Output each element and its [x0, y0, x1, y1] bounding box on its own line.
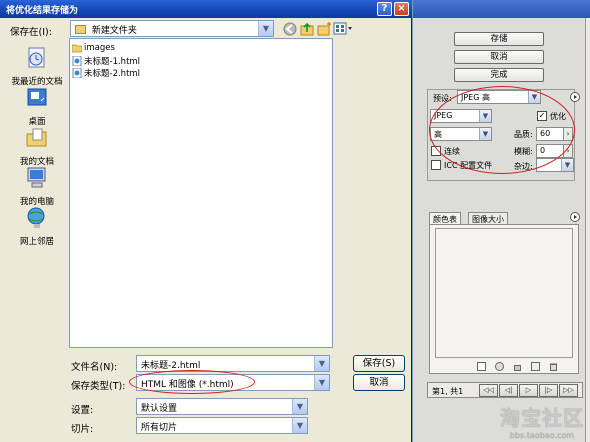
next-frame-button[interactable]: |▷: [539, 384, 558, 397]
places-bar: 我最近的文档 桌面 我的文档 我的电脑 网上邻居: [6, 38, 66, 438]
slices-label: 切片:: [71, 424, 94, 435]
save-in-combo[interactable]: 新建文件夹 ▼: [70, 20, 274, 37]
file-list[interactable]: images 未标题-1.html 未标题-2.html: [69, 38, 333, 348]
file-name: 未标题-1.html: [84, 57, 141, 67]
filetype-label: 保存类型(T):: [71, 381, 126, 392]
desktop-icon: [27, 88, 47, 106]
frame-nav: ◁◁ ◁| ▷ |▷ ▷▷: [479, 384, 578, 397]
chevron-down-icon: ▼: [292, 399, 307, 414]
color-table-toolbar: [477, 362, 558, 371]
filename-input[interactable]: 未标题-2.html ▼: [136, 355, 330, 372]
watermark-brand: 淘宝社区: [500, 406, 584, 430]
list-item[interactable]: 未标题-1.html: [72, 55, 140, 67]
settings-label: 设置:: [71, 405, 94, 416]
place-my-computer[interactable]: 我的电脑: [6, 166, 68, 207]
map-color-icon[interactable]: [477, 362, 486, 371]
icc-profile-checkbox[interactable]: [431, 160, 441, 170]
done-button[interactable]: 完成: [454, 68, 544, 82]
save-in-label: 保存在(I):: [10, 27, 52, 38]
my-documents-icon: [26, 128, 47, 147]
place-my-documents[interactable]: 我的文档: [6, 126, 68, 167]
chevron-down-icon: ▼: [314, 375, 329, 390]
watermark: 淘宝社区 bbs.taobao.com: [500, 402, 584, 440]
file-name: 未标题-2.html: [84, 69, 141, 79]
save-optimized-dialog: 将优化结果存储为 ? × 保存在(I): 新建文件夹 ▼ 我最近的文档 桌面 我…: [0, 0, 412, 442]
place-label: 网上邻居: [19, 237, 54, 247]
slices-select[interactable]: 所有切片 ▼: [136, 417, 308, 434]
web-shift-icon[interactable]: [495, 362, 504, 371]
panel-edge: [585, 18, 590, 442]
file-name: images: [84, 43, 115, 53]
help-button[interactable]: ?: [377, 2, 392, 16]
close-button[interactable]: ×: [394, 2, 409, 16]
network-places-icon: [27, 207, 45, 228]
watermark-url: bbs.taobao.com: [509, 431, 575, 440]
back-icon[interactable]: [283, 22, 297, 36]
prev-frame-button[interactable]: ◁|: [499, 384, 518, 397]
new-folder-icon[interactable]: [317, 22, 331, 36]
new-color-icon[interactable]: [531, 362, 540, 371]
recent-documents-icon: [28, 47, 45, 68]
dialog-title: 将优化结果存储为: [6, 6, 79, 16]
title-buttons: ? ×: [377, 2, 409, 16]
cancel-button[interactable]: 取消: [454, 50, 544, 64]
html-file-icon: [72, 68, 82, 78]
folder-icon: [72, 44, 82, 53]
last-frame-button[interactable]: ▷▷: [559, 384, 578, 397]
save-in-value: 新建文件夹: [91, 26, 137, 36]
filename-label: 文件名(N):: [71, 362, 118, 373]
save-button[interactable]: 存储: [454, 32, 544, 46]
folder-icon: [75, 25, 86, 34]
panel-topbar: [413, 0, 590, 18]
trash-icon[interactable]: [549, 362, 558, 371]
my-computer-icon: [27, 167, 46, 188]
frame-status: 第1, 共1: [432, 387, 464, 396]
view-menu-icon[interactable]: [333, 22, 353, 36]
slices-value: 所有切片: [141, 423, 178, 433]
list-item[interactable]: images: [72, 43, 115, 53]
dialog-titlebar: 将优化结果存储为: [0, 0, 412, 18]
chevron-down-icon: ▼: [314, 356, 329, 371]
settings-value: 默认设置: [141, 404, 178, 414]
save-button[interactable]: 保存(S): [353, 355, 405, 372]
chevron-down-icon: ▼: [258, 21, 273, 36]
cancel-button[interactable]: 取消: [353, 374, 405, 391]
html-file-icon: [72, 56, 82, 66]
color-table-swatches[interactable]: [435, 228, 573, 358]
place-network[interactable]: 网上邻居: [6, 206, 68, 247]
chevron-down-icon: ▼: [561, 159, 573, 171]
play-button[interactable]: ▷: [519, 384, 538, 397]
save-for-web-panel: 存储 取消 完成 预设: JPEG 高 ▼ JPEG ▼ ✓ 优化 高 ▼ 品质…: [413, 0, 590, 442]
up-folder-icon[interactable]: [300, 22, 314, 36]
lock-color-icon[interactable]: [513, 362, 522, 371]
red-annotation-oval: [429, 86, 575, 174]
panel-menu-icon[interactable]: [570, 212, 580, 222]
red-annotation-oval: [129, 370, 255, 394]
list-item[interactable]: 未标题-2.html: [72, 67, 140, 79]
first-frame-button[interactable]: ◁◁: [479, 384, 498, 397]
panel-menu-icon[interactable]: [570, 92, 580, 102]
place-desktop[interactable]: 桌面: [6, 86, 68, 127]
place-recent[interactable]: 我最近的文档: [6, 46, 68, 87]
settings-select[interactable]: 默认设置 ▼: [136, 398, 308, 415]
chevron-down-icon: ▼: [292, 418, 307, 433]
